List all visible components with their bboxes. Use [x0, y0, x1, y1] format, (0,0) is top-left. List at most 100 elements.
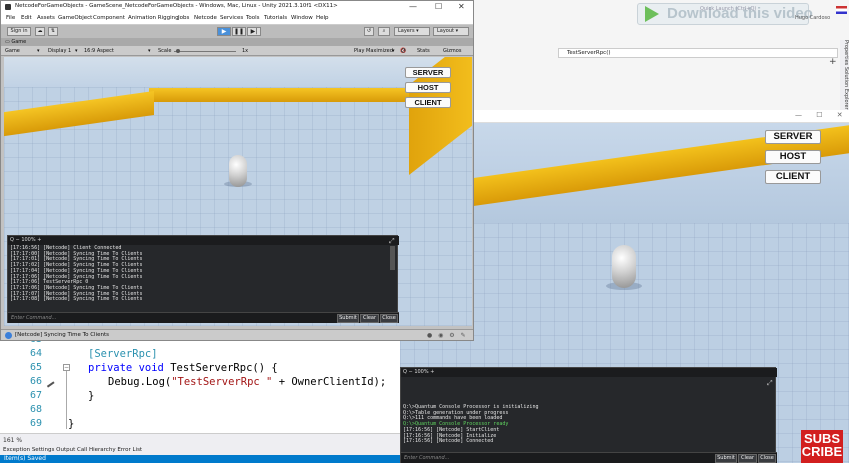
console-input-placeholder[interactable]: Enter Command... [404, 454, 449, 463]
client-button[interactable]: CLIENT [405, 97, 451, 108]
menu-tools[interactable]: Tools [246, 15, 260, 21]
menu-window[interactable]: Window [291, 15, 313, 21]
string-token: "TestServerRpc " [171, 376, 273, 388]
collapse-icon[interactable]: − [63, 364, 70, 371]
menu-services[interactable]: Services [220, 15, 243, 21]
player-capsule [229, 155, 247, 187]
menu-tutorials[interactable]: Tutorials [264, 15, 287, 21]
console-input-placeholder[interactable]: Enter Command... [11, 314, 56, 323]
player-capsule [612, 245, 636, 288]
stats-button[interactable]: Stats [417, 47, 430, 55]
attribute-token: [ServerRpc] [88, 348, 158, 360]
cloud-icon[interactable]: ☁ [35, 27, 45, 36]
tab-game[interactable]: ▭ Game [5, 38, 26, 46]
expand-icon[interactable]: ⤢ [767, 379, 773, 388]
server-button[interactable]: SERVER [765, 130, 821, 144]
unity-logo-icon [5, 4, 11, 10]
display-dropdown[interactable]: Display 1 [48, 47, 71, 55]
gizmos-dropdown[interactable]: Gizmos [443, 47, 461, 55]
search-icon[interactable]: ⌕ [378, 27, 390, 36]
keyword-token: void [138, 362, 164, 374]
menu-edit[interactable]: Edit [21, 15, 32, 21]
expand-icon[interactable]: ⤢ [389, 237, 395, 246]
pause-button[interactable]: ❚❚ [232, 27, 246, 36]
host-button[interactable]: HOST [405, 82, 451, 93]
member-dropdown[interactable]: TestServerRpc() [558, 48, 838, 58]
console-log: Q:\>Quantum Console Processor is initial… [403, 404, 773, 445]
maximize-icon[interactable]: ☐ [435, 2, 442, 11]
unity-editor-window[interactable]: NetcodeForGameObjects - GameScene_Netcod… [0, 0, 474, 341]
line-number: 69 [29, 418, 42, 429]
line-number: 64 [29, 348, 42, 359]
layout-dropdown[interactable]: Layout ▾ [433, 27, 469, 36]
console-input[interactable]: Enter Command... Submit Clear Close [401, 452, 777, 463]
dropdown-arrow-icon[interactable]: ▾ [392, 47, 395, 55]
play-button[interactable]: ▶ [217, 27, 231, 36]
status-message[interactable]: [Netcode] Syncing Time To Clients [15, 332, 109, 339]
console-scrollbar[interactable] [390, 246, 395, 270]
line-number: 67 [29, 390, 42, 401]
menu-assets[interactable]: Assets [37, 15, 55, 21]
clear-button[interactable]: Clear [738, 454, 757, 463]
collab-icon[interactable]: ⇅ [48, 27, 58, 36]
scale-slider-knob[interactable] [176, 49, 180, 53]
subscribe-badge[interactable]: SUBS CRIBE [801, 430, 843, 463]
close-icon[interactable]: ✕ [458, 2, 465, 11]
play-mode-dropdown[interactable]: Play Maximized [354, 47, 393, 55]
host-button[interactable]: HOST [765, 150, 821, 164]
step-button[interactable]: ▶| [247, 27, 261, 36]
window-controls[interactable]: — ☐ ✕ [795, 111, 849, 119]
vs-status-bar: Item(s) Saved [0, 455, 400, 463]
game-viewport[interactable]: SERVER HOST CLIENT Q − 100% + ⤢ [17:16:5… [4, 57, 472, 326]
menu-gameobject[interactable]: GameObject [58, 15, 92, 21]
game-mode-dropdown[interactable]: Game [5, 47, 20, 55]
log-line: [17:16:56] [Netcode] Connected [403, 438, 494, 445]
expand-icon[interactable]: + [829, 57, 837, 67]
quantum-console[interactable]: Q − 100% + ⤢ [17:16:56] [Netcode] Client… [7, 235, 399, 323]
aspect-dropdown[interactable]: 16:9 Aspect [84, 47, 114, 55]
submit-button[interactable]: Submit [337, 314, 359, 323]
console-log: [17:16:56] [Netcode] Client Connected [17… [10, 245, 388, 303]
code-editor[interactable]: 63 64 65 66 67 68 69 − [ServerRpc] priva… [0, 330, 400, 433]
game-view-tab[interactable]: ▭ Game [1, 38, 473, 46]
mute-audio-icon[interactable]: 🔇 [400, 47, 406, 55]
dropdown-arrow-icon[interactable]: ▾ [37, 47, 40, 55]
menu-component[interactable]: Component [93, 15, 125, 21]
sign-in-button[interactable]: Sign in [7, 27, 31, 36]
clear-button[interactable]: Clear [360, 314, 379, 323]
layers-dropdown[interactable]: Layers ▾ [394, 27, 430, 36]
call-args-token: + OwnerClientId); [272, 376, 387, 388]
console-zoom[interactable]: Q − 100% + [403, 368, 434, 377]
log-line: [17:17:08] [Netcode] Syncing Time To Cli… [10, 296, 143, 303]
console-input[interactable]: Enter Command... Submit Clear Close [8, 312, 399, 323]
scale-slider[interactable] [174, 51, 236, 52]
submit-button[interactable]: Submit [715, 454, 737, 463]
menu-help[interactable]: Help [316, 15, 329, 21]
code-line-close-outer: } [68, 418, 75, 430]
layers-label: Layers [398, 28, 415, 34]
server-button[interactable]: SERVER [405, 67, 451, 78]
line-number: 68 [29, 404, 42, 415]
side-panel-tabs[interactable]: Properties Solution Explorer [840, 40, 849, 110]
dropdown-arrow-icon[interactable]: ▾ [148, 47, 151, 55]
menu-jobs[interactable]: Jobs [178, 15, 189, 21]
dropdown-arrow-icon[interactable]: ▾ [75, 47, 78, 55]
console-zoom[interactable]: Q − 100% + [10, 236, 41, 245]
client-button[interactable]: CLIENT [765, 170, 821, 184]
bottom-tabs[interactable]: Exception Settings Output Call Hierarchy… [3, 447, 142, 453]
console-header [401, 368, 777, 377]
game-view-toolbar: Game ▾ Display 1 ▾ 16:9 Aspect ▾ Scale 1… [1, 46, 473, 56]
close-button[interactable]: Close [380, 314, 398, 323]
quick-launch-search[interactable]: Quick Launch (Ctrl+Q) [700, 6, 756, 12]
minimize-icon[interactable]: — [409, 2, 417, 11]
status-icons[interactable]: ● ◉ ⚙ ✎ [427, 332, 468, 339]
quantum-console[interactable]: Q − 100% + ⤢ Q:\>Quantum Console Process… [400, 367, 777, 463]
outline-guide [66, 371, 67, 429]
close-button[interactable]: Close [758, 454, 776, 463]
menu-netcode[interactable]: Netcode [194, 15, 217, 21]
menu-file[interactable]: File [6, 15, 15, 21]
console-header [8, 236, 399, 245]
zoom-level[interactable]: 161 % [3, 437, 22, 444]
history-icon[interactable]: ↺ [364, 27, 374, 36]
menu-animation-rigging[interactable]: Animation Rigging [128, 15, 179, 21]
